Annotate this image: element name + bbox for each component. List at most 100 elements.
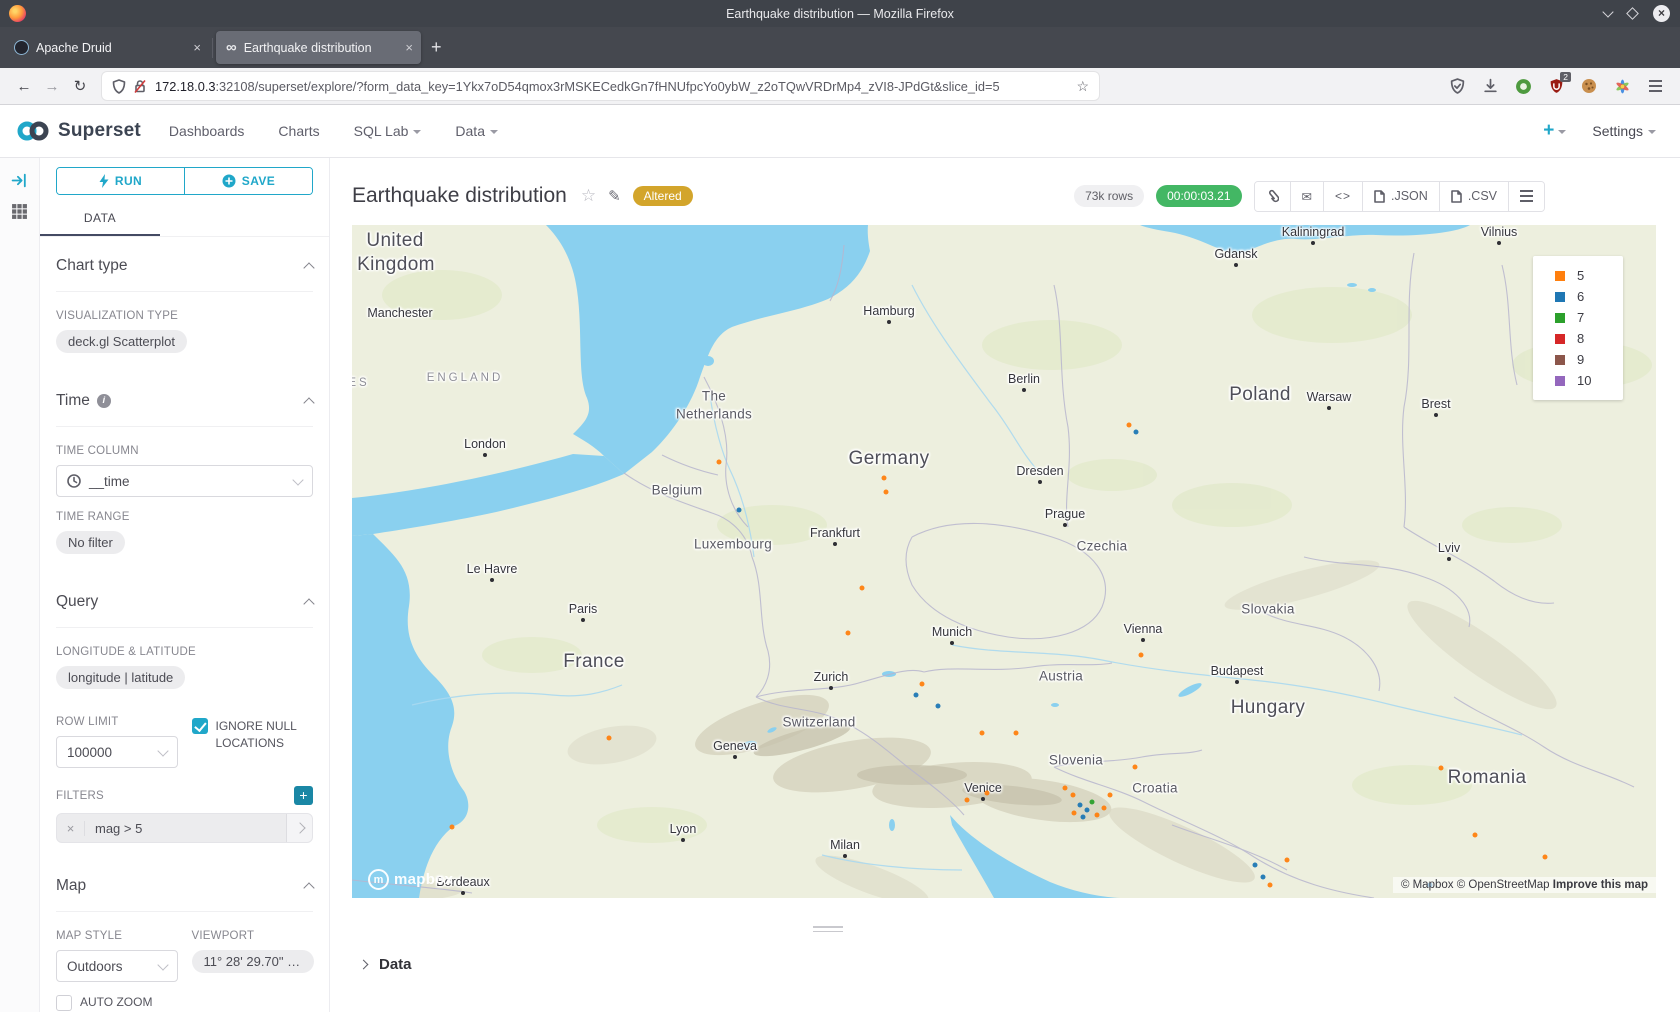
- datasource-grid-icon[interactable]: [11, 203, 28, 220]
- tab-close-icon[interactable]: ×: [193, 40, 201, 55]
- url-input[interactable]: 172.18.0.3:32108/superset/explore/?form_…: [102, 72, 1099, 100]
- section-chart-type[interactable]: Chart type: [56, 237, 313, 292]
- extension-green-icon[interactable]: [1514, 77, 1532, 95]
- pinwheel-extension-icon[interactable]: [1613, 77, 1631, 95]
- save-button[interactable]: SAVE: [184, 168, 312, 194]
- run-button[interactable]: RUN: [57, 168, 184, 194]
- legend-item[interactable]: 8: [1543, 328, 1613, 349]
- chart-menu-button[interactable]: [1508, 182, 1544, 211]
- mapbox-wordmark: mapbox: [394, 871, 453, 888]
- nav-data[interactable]: Data: [455, 123, 498, 139]
- scatter-point: [860, 586, 865, 591]
- legend-item[interactable]: 7: [1543, 307, 1613, 328]
- chevron-down-icon: [490, 130, 498, 134]
- mapbox-logo[interactable]: m mapbox: [368, 869, 453, 890]
- remove-filter-icon[interactable]: ×: [57, 821, 85, 836]
- new-tab-button[interactable]: +: [431, 37, 442, 58]
- back-button[interactable]: ←: [10, 78, 38, 95]
- nav-charts[interactable]: Charts: [278, 123, 319, 139]
- improve-map-link[interactable]: Improve this map: [1553, 879, 1648, 891]
- nav-sql-lab[interactable]: SQL Lab: [354, 123, 422, 139]
- scatter-point: [1071, 793, 1076, 798]
- email-button[interactable]: ✉: [1290, 182, 1323, 211]
- insecure-lock-icon[interactable]: [133, 79, 147, 94]
- settings-menu[interactable]: Settings: [1592, 123, 1656, 139]
- edit-properties-icon[interactable]: ✎: [608, 187, 621, 205]
- bookmark-star-icon[interactable]: ☆: [1076, 78, 1089, 95]
- clock-icon: [67, 474, 81, 488]
- auto-zoom-checkbox-row[interactable]: AUTO ZOOM: [56, 994, 313, 1011]
- legend-label: 7: [1577, 310, 1584, 325]
- scatter-point: [1261, 875, 1266, 880]
- nav-dashboards[interactable]: Dashboards: [169, 123, 245, 139]
- tab-earthquake-distribution[interactable]: ∞ Earthquake distribution ×: [216, 31, 421, 64]
- protections-shield-icon[interactable]: [1448, 77, 1466, 95]
- ublock-icon[interactable]: 2: [1547, 77, 1565, 95]
- legend-item[interactable]: 9: [1543, 349, 1613, 370]
- window-minimize-icon[interactable]: [1602, 6, 1613, 17]
- superset-brand[interactable]: Superset: [16, 120, 141, 142]
- tab-close-icon[interactable]: ×: [405, 40, 413, 55]
- time-range-value[interactable]: No filter: [56, 531, 125, 554]
- legend-item[interactable]: 10: [1543, 370, 1613, 391]
- scatter-point: [846, 631, 851, 636]
- shield-permissions-icon[interactable]: [112, 79, 126, 94]
- tab-apache-druid[interactable]: Apache Druid ×: [4, 31, 209, 64]
- window-close-icon[interactable]: ×: [1653, 5, 1670, 22]
- scatter-point: [607, 736, 612, 741]
- row-limit-select[interactable]: 100000: [56, 736, 178, 768]
- embed-code-button[interactable]: <>: [1323, 182, 1362, 211]
- map-style-label: MAP STYLE: [56, 930, 178, 942]
- lonlat-value[interactable]: longitude | latitude: [56, 666, 185, 689]
- chevron-down-icon: [413, 130, 421, 134]
- scatter-point: [1090, 800, 1095, 805]
- viz-type-value[interactable]: deck.gl Scatterplot: [56, 330, 187, 353]
- menu-hamburger-icon[interactable]: [1646, 77, 1664, 95]
- ignore-null-checkbox-row[interactable]: IGNORE NULL LOCATIONS: [192, 718, 314, 753]
- ignore-null-label: IGNORE NULL LOCATIONS: [216, 718, 314, 753]
- time-column-select[interactable]: __time: [56, 465, 313, 497]
- map-style-select[interactable]: Outdoors: [56, 950, 178, 982]
- section-time[interactable]: Timei: [56, 372, 313, 427]
- expand-filter-icon[interactable]: [286, 814, 312, 842]
- scatter-point: [1095, 813, 1100, 818]
- legend-item[interactable]: 5: [1543, 265, 1613, 286]
- scatter-point: [920, 682, 925, 687]
- scatter-point: [737, 508, 742, 513]
- scatter-point: [980, 731, 985, 736]
- tab-bar: Apache Druid × ∞ Earthquake distribution…: [0, 27, 1680, 68]
- data-panel-toggle[interactable]: Data: [360, 956, 1680, 973]
- cookie-extension-icon[interactable]: [1580, 77, 1598, 95]
- auto-zoom-checkbox[interactable]: [56, 995, 72, 1011]
- section-query[interactable]: Query: [56, 573, 313, 628]
- forward-button[interactable]: →: [38, 78, 66, 95]
- tab-data[interactable]: DATA: [40, 203, 160, 236]
- scatter-point: [1127, 423, 1132, 428]
- south-pane-resize-handle[interactable]: [813, 926, 843, 932]
- time-column-value: __time: [89, 474, 130, 489]
- section-map[interactable]: Map: [56, 857, 313, 912]
- copy-link-button[interactable]: [1255, 182, 1290, 211]
- expand-dataset-panel-icon[interactable]: [11, 172, 28, 189]
- superset-favicon: ∞: [226, 40, 237, 55]
- deckgl-map-canvas[interactable]: UnitedKingdomManchesterENGLANDESLondonLe…: [352, 225, 1656, 898]
- ignore-null-checkbox[interactable]: [192, 718, 208, 734]
- new-item-button[interactable]: +: [1543, 120, 1566, 142]
- window-maximize-icon[interactable]: [1626, 7, 1639, 20]
- tab-separator: [212, 38, 213, 58]
- add-filter-button[interactable]: +: [294, 786, 313, 805]
- export-json-button[interactable]: .JSON: [1362, 182, 1439, 211]
- favorite-star-icon[interactable]: ☆: [581, 186, 596, 206]
- legend-item[interactable]: 6: [1543, 286, 1613, 307]
- chevron-up-icon: [303, 262, 314, 273]
- legend-label: 9: [1577, 352, 1584, 367]
- export-csv-button[interactable]: .CSV: [1439, 182, 1508, 211]
- downloads-icon[interactable]: [1481, 77, 1499, 95]
- time-column-label: TIME COLUMN: [56, 445, 313, 457]
- scatter-point: [1014, 731, 1019, 736]
- legend-swatch-icon: [1555, 334, 1565, 344]
- reload-button[interactable]: ↻: [66, 77, 94, 95]
- viewport-value[interactable]: 11° 28' 29.70" | 50...: [192, 950, 314, 973]
- plus-circle-icon: [222, 174, 236, 188]
- filter-item[interactable]: × mag > 5: [56, 813, 313, 843]
